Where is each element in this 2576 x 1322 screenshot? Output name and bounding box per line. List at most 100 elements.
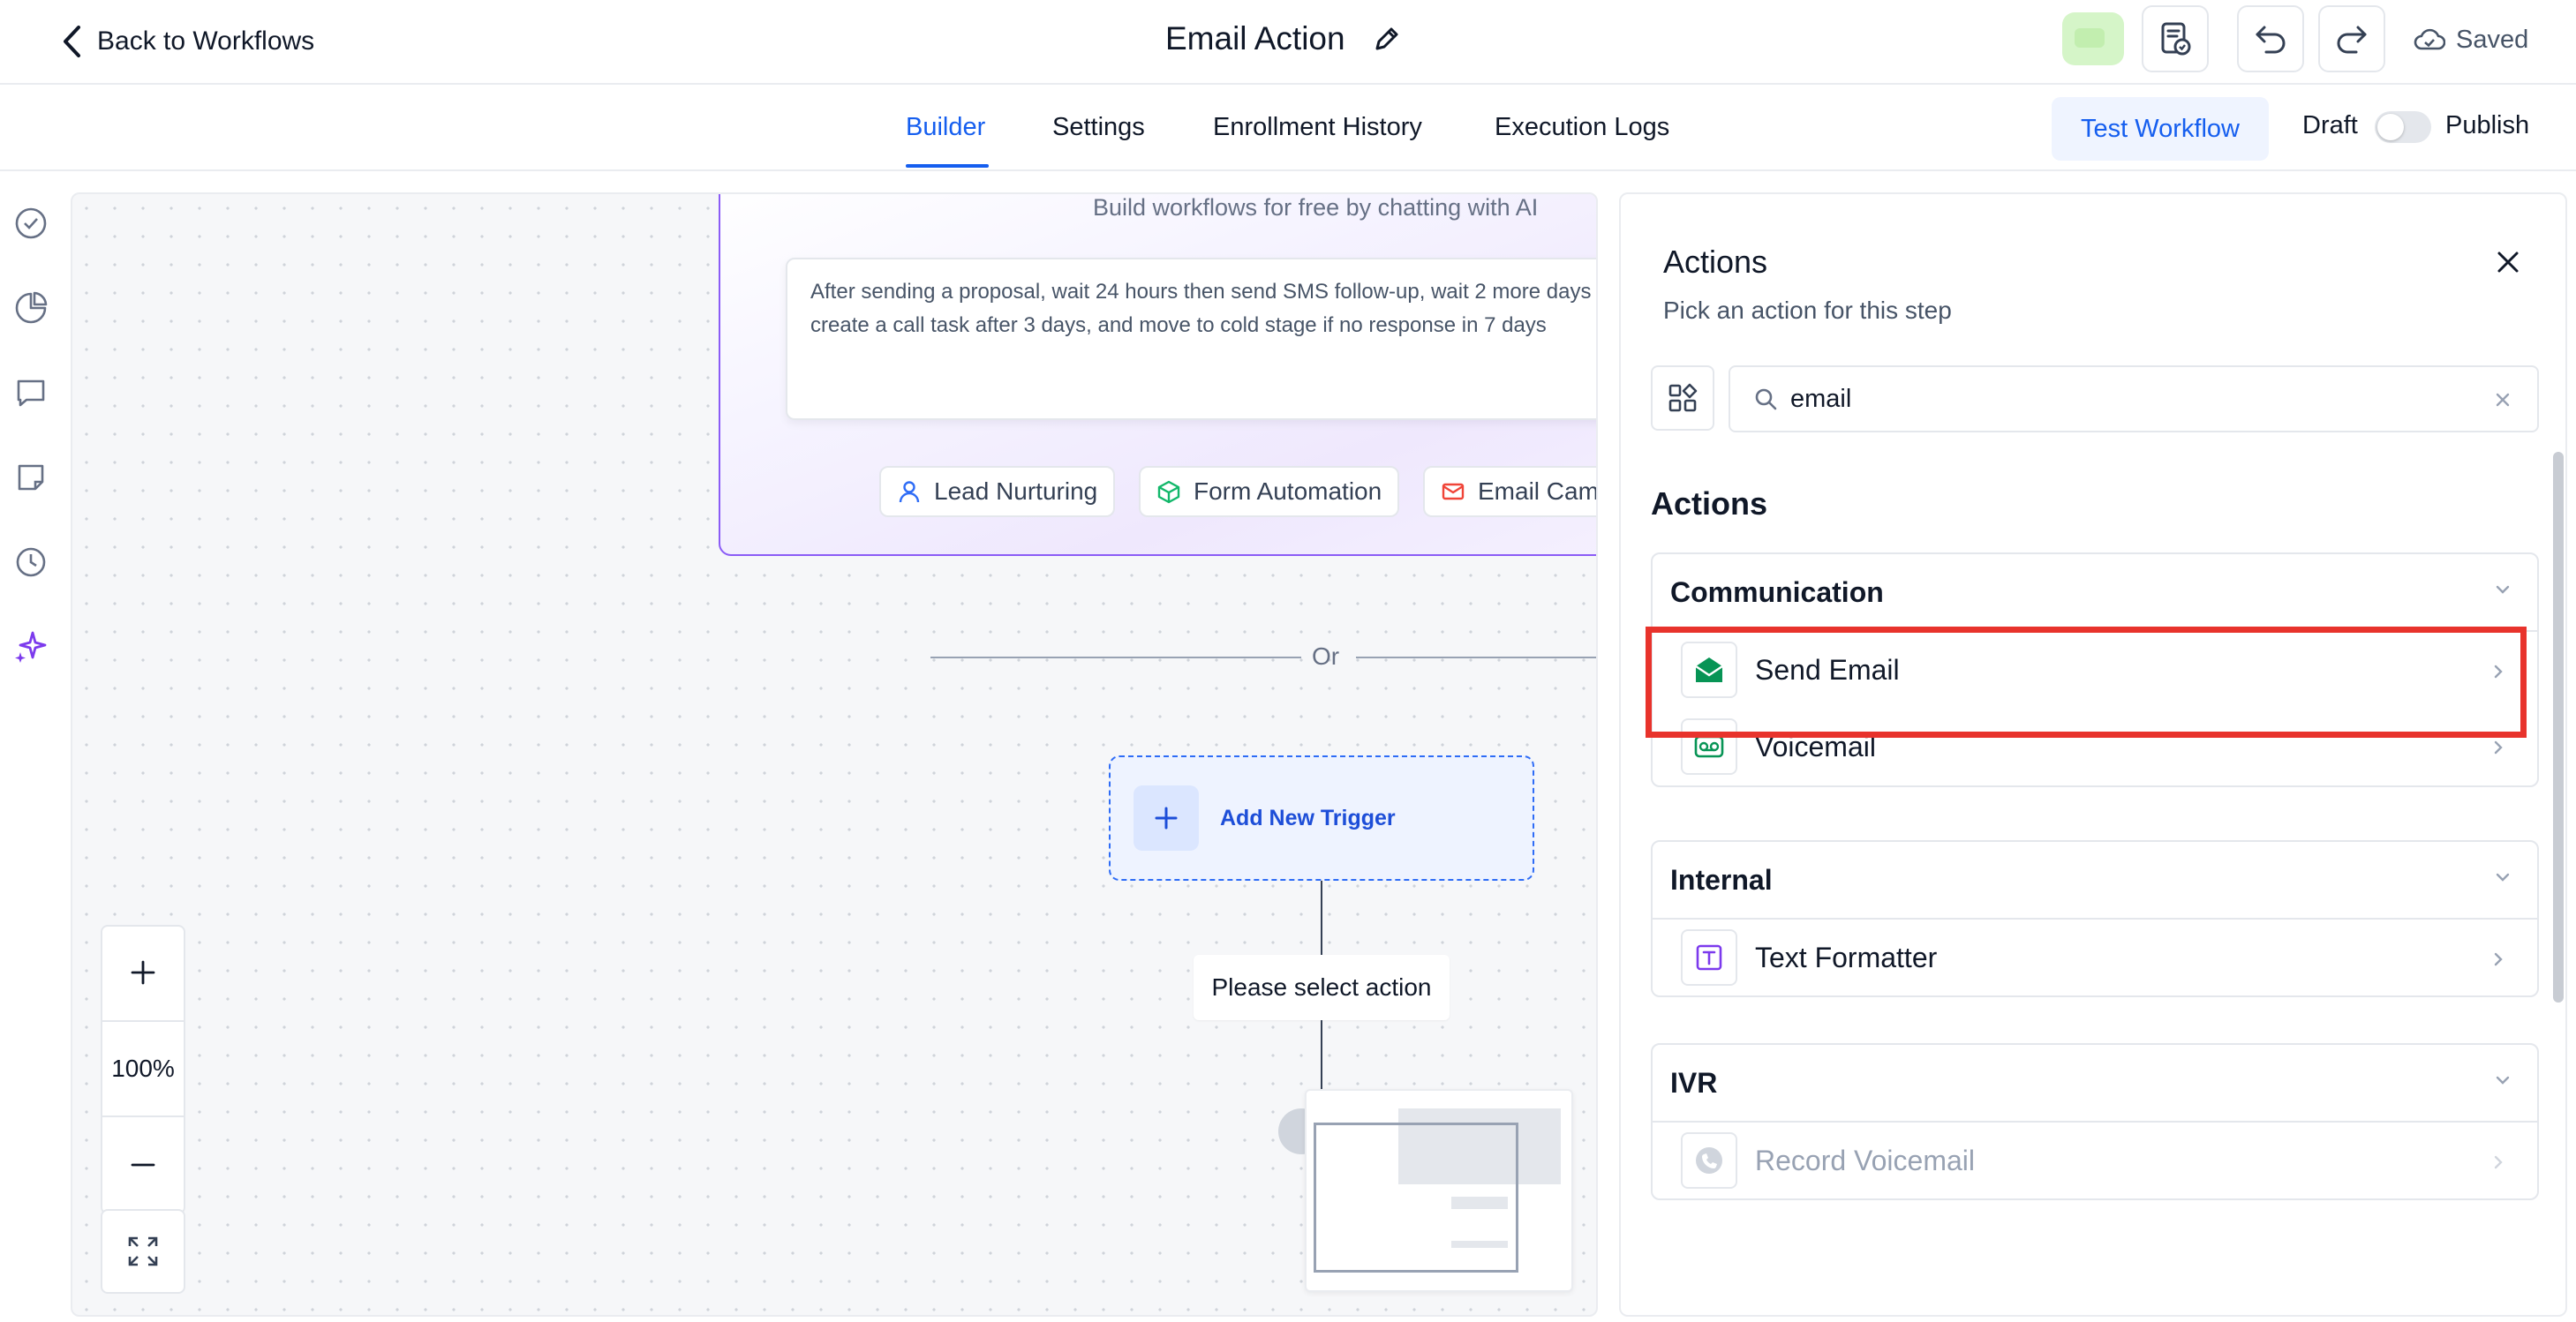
group-label: Internal xyxy=(1670,863,1773,896)
search-value: email xyxy=(1790,384,1852,413)
divider-line xyxy=(930,657,1301,658)
category-grid-button[interactable] xyxy=(1651,365,1714,431)
redo-button[interactable] xyxy=(2318,5,2385,72)
chevron-right-icon xyxy=(2493,664,2504,680)
highlight-badge-icon xyxy=(2062,12,2124,65)
rail-analytics[interactable] xyxy=(12,289,49,327)
page-title: Email Action xyxy=(1165,20,1345,56)
zoom-in-button[interactable] xyxy=(102,927,184,1018)
chevron-down-icon xyxy=(2495,1075,2511,1085)
action-send-email[interactable]: Send Email xyxy=(1653,630,2537,708)
action-record-voicemail: Record Voicemail xyxy=(1653,1121,2537,1198)
cloud-check-icon xyxy=(2414,27,2445,52)
action-label: Send Email xyxy=(1755,653,1900,686)
action-voicemail[interactable]: Voicemail xyxy=(1653,708,2537,785)
tab-settings[interactable]: Settings xyxy=(1052,85,1145,169)
zoom-level: 100% xyxy=(102,1020,184,1117)
group-internal: Internal Text Formatter xyxy=(1651,840,2539,997)
phone-record-icon xyxy=(1681,1132,1737,1189)
rail-comments[interactable] xyxy=(12,374,49,411)
fit-view-button[interactable] xyxy=(101,1209,185,1294)
ai-prompt-input[interactable]: After sending a proposal, wait 24 hours … xyxy=(786,258,1596,420)
message-square-icon xyxy=(14,376,48,409)
chip-form-automation[interactable]: Form Automation xyxy=(1139,466,1400,517)
action-text-formatter[interactable]: Text Formatter xyxy=(1653,918,2537,995)
sticky-note-icon xyxy=(14,461,48,494)
back-label: Back to Workflows xyxy=(97,26,315,56)
group-header-internal[interactable]: Internal xyxy=(1653,842,2537,918)
chevron-down-icon xyxy=(2495,584,2511,595)
chip-label: Lead Nurturing xyxy=(934,477,1098,505)
chevron-left-icon xyxy=(62,25,81,58)
group-label: Communication xyxy=(1670,575,1884,608)
workflow-notes-button[interactable] xyxy=(2142,5,2209,72)
panel-scrollbar[interactable] xyxy=(2553,452,2564,1003)
cube-icon xyxy=(1156,479,1181,504)
check-circle-icon xyxy=(14,207,48,240)
chip-label: Email Campaign xyxy=(1478,477,1598,505)
group-ivr: IVR Record Voicemail xyxy=(1651,1043,2539,1200)
mail-icon xyxy=(1441,479,1465,504)
search-icon xyxy=(1753,387,1778,411)
actions-panel: Actions Pick an action for this step ema… xyxy=(1619,192,2567,1317)
add-trigger-label: Add New Trigger xyxy=(1220,805,1396,830)
back-to-workflows-link[interactable]: Back to Workflows xyxy=(62,19,314,64)
select-action-node[interactable]: Please select action xyxy=(1194,955,1450,1020)
action-label: Voicemail xyxy=(1755,730,1876,762)
top-bar: Back to Workflows Email Action Saved xyxy=(0,0,2576,85)
zoom-controls: 100% xyxy=(101,925,185,1214)
connector-line xyxy=(1321,881,1322,955)
action-label: Text Formatter xyxy=(1755,941,1938,973)
clock-history-icon xyxy=(14,545,48,579)
clear-search-icon[interactable] xyxy=(2489,387,2516,413)
panel-title: Actions xyxy=(1663,244,1768,280)
voicemail-icon xyxy=(1681,718,1737,775)
test-workflow-button[interactable]: Test Workflow xyxy=(2052,97,2269,161)
close-panel-button[interactable] xyxy=(2488,242,2528,282)
plus-icon xyxy=(1134,785,1199,851)
or-divider-label: Or xyxy=(1312,642,1340,670)
chevron-right-icon xyxy=(2493,951,2504,967)
toggle-knob xyxy=(2377,114,2404,140)
group-header-communication[interactable]: Communication xyxy=(1653,554,2537,630)
minimap-node xyxy=(1451,1197,1508,1209)
close-icon xyxy=(2496,250,2520,274)
group-header-ivr[interactable]: IVR xyxy=(1653,1045,2537,1121)
undo-icon xyxy=(2254,24,2287,54)
pencil-edit-icon[interactable] xyxy=(1372,24,1402,54)
zoom-out-button[interactable] xyxy=(102,1119,184,1211)
tab-execution-logs[interactable]: Execution Logs xyxy=(1495,85,1669,169)
chevron-right-icon xyxy=(2493,1154,2504,1170)
chevron-right-icon xyxy=(2493,740,2504,755)
group-label: IVR xyxy=(1670,1066,1718,1099)
rail-check-circle[interactable] xyxy=(12,205,49,242)
rail-notes[interactable] xyxy=(12,459,49,496)
chip-label: Form Automation xyxy=(1194,477,1382,505)
grid-shapes-icon xyxy=(1668,383,1698,413)
rail-history[interactable] xyxy=(12,544,49,581)
text-format-icon xyxy=(1681,929,1737,986)
chip-email-campaign[interactable]: Email Campaign xyxy=(1423,466,1598,517)
group-communication: Communication Send Email Voicemail xyxy=(1651,552,2539,787)
draft-label: Draft xyxy=(2302,111,2358,139)
expand-icon xyxy=(126,1235,160,1268)
undo-button[interactable] xyxy=(2237,5,2304,72)
minimap[interactable] xyxy=(1305,1089,1573,1292)
tab-builder[interactable]: Builder xyxy=(906,85,985,169)
ai-prompt-text: After sending a proposal, wait 24 hours … xyxy=(810,280,1596,337)
action-search-input[interactable]: email xyxy=(1729,365,2539,432)
chip-lead-nurturing[interactable]: Lead Nurturing xyxy=(879,466,1116,517)
plus-icon xyxy=(130,959,156,986)
clipboard-check-icon xyxy=(2158,20,2193,57)
workflow-canvas[interactable]: Build workflows for free by chatting wit… xyxy=(71,192,1598,1317)
pie-chart-icon xyxy=(14,291,48,325)
email-open-icon xyxy=(1681,642,1737,698)
ai-builder-subtitle: Build workflows for free by chatting wit… xyxy=(1093,194,1539,221)
tab-enrollment-history[interactable]: Enrollment History xyxy=(1213,85,1422,169)
rail-ai-builder[interactable] xyxy=(12,628,49,665)
divider-line xyxy=(1356,657,1596,658)
chevron-down-icon xyxy=(2495,872,2511,883)
publish-toggle[interactable] xyxy=(2375,111,2431,143)
add-new-trigger-button[interactable]: Add New Trigger xyxy=(1109,755,1534,881)
publish-label: Publish xyxy=(2445,111,2530,139)
